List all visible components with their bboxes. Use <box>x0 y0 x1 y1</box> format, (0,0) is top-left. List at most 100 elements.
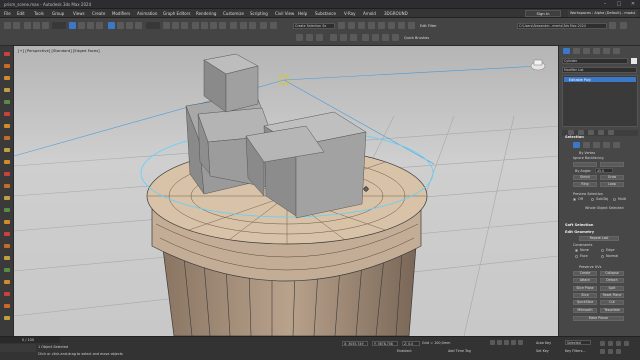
tessellate-button[interactable]: Tessellate <box>600 308 624 313</box>
edge-mode-icon[interactable] <box>583 142 590 148</box>
zoom-extents-icon[interactable] <box>616 341 621 346</box>
preview-multi-radio[interactable] <box>613 198 616 201</box>
grow-button[interactable]: Grow <box>600 175 624 180</box>
mirror-icon[interactable] <box>240 22 247 29</box>
axis-constraint-x-icon[interactable] <box>296 34 303 41</box>
menu-vray[interactable]: V-Ray <box>344 11 355 16</box>
slice-button[interactable]: Slice <box>573 293 597 298</box>
geometry-icon[interactable] <box>4 220 10 224</box>
render-setup-icon[interactable] <box>368 22 375 29</box>
window-crossing-icon[interactable] <box>96 22 103 29</box>
perspective-viewport[interactable] <box>14 46 558 336</box>
viewport-label[interactable]: [+] [Perspective] [Standard] [Edged Face… <box>18 48 100 53</box>
bind-space-warp-icon[interactable] <box>42 22 49 29</box>
loops-icon[interactable] <box>4 280 10 284</box>
border-icon[interactable] <box>4 160 10 164</box>
key-mode-dropdown[interactable]: Selected <box>565 340 591 345</box>
field-of-view-icon[interactable] <box>624 341 629 346</box>
edge-icon[interactable] <box>4 148 10 152</box>
detach-button[interactable]: Detach <box>600 278 624 283</box>
unlink-icon[interactable] <box>33 22 40 29</box>
menu-3dground[interactable]: 3DGROUND <box>384 11 408 16</box>
go-to-start-icon[interactable] <box>490 340 495 345</box>
make-planar-button[interactable]: Make Planar <box>573 316 624 321</box>
quick-align-icon[interactable] <box>382 34 389 41</box>
zoom-all-icon[interactable] <box>608 341 613 346</box>
create-button[interactable]: Create <box>573 271 597 276</box>
preserve-uvs-checkbox[interactable]: Preserve UVs <box>579 265 601 269</box>
workspace-dropdown[interactable]: Workspaces : Alpha (Default) - modul <box>568 10 638 17</box>
element-icon[interactable] <box>4 184 10 188</box>
menu-rendering[interactable]: Rendering <box>196 11 216 16</box>
preview-subobj-radio[interactable] <box>591 198 594 201</box>
redo-icon[interactable] <box>13 22 20 29</box>
menu-graph-editors[interactable]: Graph Editors <box>163 11 190 16</box>
coord-y-field[interactable]: Y: 3678,708 <box>372 341 398 346</box>
slice-plane-button[interactable]: Slice Plane <box>573 286 597 291</box>
ring-button[interactable]: Ring <box>573 182 597 187</box>
modify-selection-icon[interactable] <box>4 196 10 200</box>
constraint-none-radio[interactable] <box>575 249 578 252</box>
subdivision-icon[interactable] <box>4 232 10 236</box>
align-icon[interactable] <box>249 22 256 29</box>
undo-icon[interactable] <box>4 22 11 29</box>
msmooth-button[interactable]: MSmooth <box>573 308 597 313</box>
reference-coordinate-dropdown[interactable] <box>146 22 160 29</box>
select-by-name-icon[interactable] <box>78 22 85 29</box>
close-button[interactable]: ✕ <box>626 0 640 9</box>
constraint-normal-radio[interactable] <box>601 255 604 258</box>
repeat-last-button[interactable]: Repeat Last <box>579 236 619 241</box>
menu-arnold[interactable]: Arnold <box>363 11 376 16</box>
by-vertex-checkbox[interactable]: By Vertex <box>579 151 595 155</box>
selection-rollout-header[interactable]: Selection <box>565 135 584 139</box>
cut-button[interactable]: Cut <box>600 300 624 305</box>
play-icon[interactable] <box>504 340 509 345</box>
time-slider[interactable]: 0 / 100 <box>0 337 60 343</box>
edit-named-sets-icon[interactable] <box>230 22 237 29</box>
freeform-icon[interactable] <box>4 76 10 80</box>
project-path-field[interactable]: C:\Users\Alexander...ments\3ds Max 2024 <box>517 23 607 29</box>
next-frame-icon[interactable] <box>511 340 516 345</box>
auto-key-button[interactable]: Auto Key <box>536 341 551 345</box>
go-to-end-icon[interactable] <box>518 340 523 345</box>
constraint-face-radio[interactable] <box>575 255 578 258</box>
select-by-material-button[interactable] <box>600 162 624 167</box>
select-object-icon[interactable] <box>69 22 76 29</box>
snap-mode-icon[interactable] <box>362 34 369 41</box>
menu-modifiers[interactable]: Modifiers <box>112 11 130 16</box>
coord-z-field[interactable]: Z: 0,0 <box>402 341 420 346</box>
key-filters-button[interactable]: Key Filters... <box>565 349 586 353</box>
menu-create[interactable]: Create <box>92 11 105 16</box>
menu-animation[interactable]: Animation <box>137 11 157 16</box>
snap-options-icon[interactable] <box>372 34 379 41</box>
populate-icon[interactable] <box>4 112 10 116</box>
select-by-id-button[interactable] <box>573 162 597 167</box>
menu-views[interactable]: Views <box>73 11 85 16</box>
menu-substance[interactable]: Substance <box>315 11 336 16</box>
maximize-viewport-icon[interactable] <box>616 349 621 354</box>
menu-help[interactable]: Help <box>298 11 307 16</box>
reset-plane-button[interactable]: Reset Plane <box>600 293 624 298</box>
hierarchy-tab-icon[interactable] <box>583 48 590 54</box>
object-color-swatch[interactable] <box>631 58 637 64</box>
element-mode-icon[interactable] <box>613 142 620 148</box>
angle-field[interactable]: 45.0 <box>595 168 613 173</box>
collapse-button[interactable]: Collapse <box>600 271 624 276</box>
pivot-center-icon[interactable] <box>163 22 170 29</box>
tools-icon[interactable] <box>4 292 10 296</box>
maxscript-listener[interactable] <box>0 344 36 352</box>
selection-filter-dropdown[interactable] <box>52 22 66 29</box>
vertex-icon[interactable] <box>4 136 10 140</box>
coord-x-field[interactable]: X: 3055,749 <box>342 341 368 346</box>
material-editor-icon[interactable] <box>358 22 365 29</box>
axis-constraint-xy-icon[interactable] <box>330 34 337 41</box>
create-icon[interactable] <box>4 52 10 56</box>
motion-tab-icon[interactable] <box>593 48 600 54</box>
snaps-toggle-icon[interactable] <box>192 22 199 29</box>
add-time-tag[interactable]: Add Time Tag <box>448 349 471 353</box>
minimize-button[interactable]: – <box>598 0 612 9</box>
menu-group[interactable]: Group <box>52 11 64 16</box>
layer-explorer-icon[interactable] <box>270 22 277 29</box>
quickslice-button[interactable]: QuickSlice <box>573 300 597 305</box>
sign-in-button[interactable]: Sign In <box>525 10 561 17</box>
